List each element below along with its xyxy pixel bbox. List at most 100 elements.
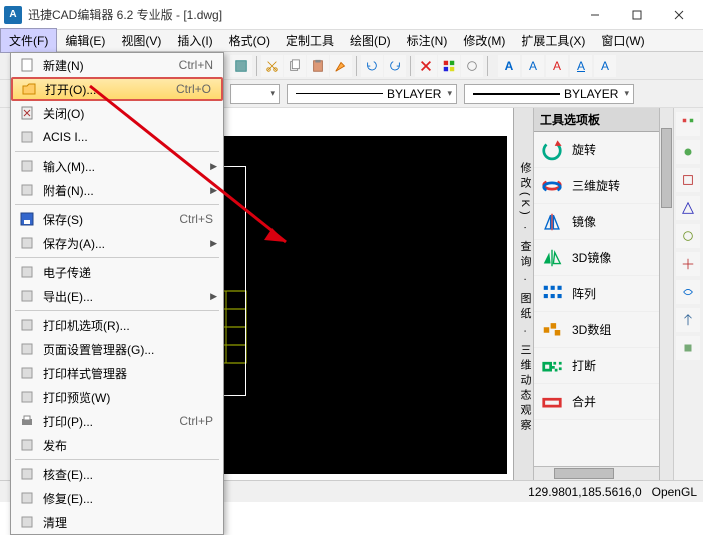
file-menu-etransmit[interactable]: 电子传递: [11, 260, 223, 284]
toolbar-icon[interactable]: [230, 55, 252, 77]
menu-4[interactable]: 格式(O): [221, 29, 278, 52]
etransmit-icon: [17, 262, 37, 282]
text-style-c[interactable]: A: [546, 55, 568, 77]
status-render: OpenGL: [652, 485, 697, 499]
menu-9[interactable]: 扩展工具(X): [513, 29, 593, 52]
palette-item-rotate[interactable]: 旋转: [534, 132, 659, 168]
rotate3d-icon: [540, 174, 564, 198]
file-menu-printer[interactable]: 打印机选项(R)...: [11, 313, 223, 337]
menu-item-label: 打印机选项(R)...: [43, 317, 217, 334]
window-title: 迅捷CAD编辑器 6.2 专业版 - [1.dwg]: [28, 6, 575, 23]
cut-icon[interactable]: [261, 55, 283, 77]
text-style-d[interactable]: A: [570, 55, 592, 77]
select-icon[interactable]: [438, 55, 460, 77]
menu-3[interactable]: 插入(I): [169, 29, 220, 52]
menu-2[interactable]: 视图(V): [113, 29, 169, 52]
paste-icon[interactable]: [307, 55, 329, 77]
menu-1[interactable]: 编辑(E): [57, 29, 113, 52]
file-menu-plotstyle[interactable]: 打印样式管理器: [11, 361, 223, 385]
redo-icon[interactable]: [384, 55, 406, 77]
menu-item-label: 电子传递: [43, 264, 217, 281]
menu-item-label: 保存为(A)...: [43, 235, 210, 252]
right-icon-1[interactable]: [676, 112, 700, 136]
palette-item-label: 打断: [572, 357, 596, 374]
recover-icon: [17, 488, 37, 508]
file-menu-acis[interactable]: ACIS I...: [11, 125, 223, 149]
menu-item-label: 发布: [43, 437, 217, 454]
right-icon-6[interactable]: [676, 252, 700, 276]
right-icon-9[interactable]: [676, 336, 700, 360]
menu-shortcut: Ctrl+P: [179, 414, 217, 428]
palette-vscroll[interactable]: [659, 108, 673, 480]
right-icon-4[interactable]: [676, 196, 700, 220]
join-icon: [540, 390, 564, 414]
palette-item-label: 3D数组: [572, 321, 611, 338]
file-menu-print[interactable]: 打印(P)...Ctrl+P: [11, 409, 223, 433]
copy-icon[interactable]: [284, 55, 306, 77]
file-menu-export[interactable]: 导出(E)...▶: [11, 284, 223, 308]
menu-item-label: 修复(E)...: [43, 490, 217, 507]
file-menu-audit[interactable]: 核查(E)...: [11, 462, 223, 486]
file-menu-saveas[interactable]: 保存为(A)...▶: [11, 231, 223, 255]
palette-item-label: 阵列: [572, 285, 596, 302]
palette-item-mirror[interactable]: 镜像: [534, 204, 659, 240]
palette-item-mirror3d[interactable]: 3D镜像: [534, 240, 659, 276]
layer-state-combo[interactable]: ▾: [230, 84, 280, 104]
palette-hscroll[interactable]: [534, 466, 659, 480]
text-style-e[interactable]: A: [594, 55, 616, 77]
file-menu-pagesetup[interactable]: 页面设置管理器(G)...: [11, 337, 223, 361]
array3d-icon: [540, 318, 564, 342]
menu-10[interactable]: 窗口(W): [593, 29, 652, 52]
match-icon[interactable]: [330, 55, 352, 77]
file-menu-publish[interactable]: 发布: [11, 433, 223, 457]
rotate-icon: [540, 138, 564, 162]
right-icon-7[interactable]: [676, 280, 700, 304]
file-menu-recover[interactable]: 修复(E)...: [11, 486, 223, 510]
palette-item-break[interactable]: 打断: [534, 348, 659, 384]
menu-7[interactable]: 标注(N): [399, 29, 456, 52]
plotstyle-icon: [17, 363, 37, 383]
text-style-a[interactable]: A: [498, 55, 520, 77]
file-menu-save[interactable]: 保存(S)Ctrl+S: [11, 207, 223, 231]
menu-6[interactable]: 绘图(D): [342, 29, 399, 52]
close-button[interactable]: [659, 3, 699, 27]
publish-icon: [17, 435, 37, 455]
misc-icon[interactable]: [461, 55, 483, 77]
text-style-b[interactable]: A: [522, 55, 544, 77]
menu-item-label: 页面设置管理器(G)...: [43, 341, 217, 358]
linetype-combo[interactable]: BYLAYER ▾: [287, 84, 457, 104]
file-menu-new[interactable]: 新建(N)Ctrl+N: [11, 53, 223, 77]
file-menu-preview[interactable]: 打印预览(W): [11, 385, 223, 409]
file-menu-purge[interactable]: 清理: [11, 510, 223, 534]
menu-0[interactable]: 文件(F): [0, 28, 57, 53]
palette-item-rotate3d[interactable]: 三维旋转: [534, 168, 659, 204]
menu-item-label: ACIS I...: [43, 130, 217, 144]
minimize-button[interactable]: [575, 3, 615, 27]
palette-item-join[interactable]: 合并: [534, 384, 659, 420]
tool-palette: 修改(K) · 查询 · 图纸 · 三维动态观察 工具选项板 旋转三维旋转镜像3…: [513, 108, 673, 480]
right-icon-2[interactable]: [676, 140, 700, 164]
right-icon-8[interactable]: [676, 308, 700, 332]
palette-item-array[interactable]: 阵列: [534, 276, 659, 312]
palette-item-array3d[interactable]: 3D数组: [534, 312, 659, 348]
menu-5[interactable]: 定制工具: [278, 29, 342, 52]
delete-icon[interactable]: [415, 55, 437, 77]
undo-icon[interactable]: [361, 55, 383, 77]
right-icon-5[interactable]: [676, 224, 700, 248]
audit-icon: [17, 464, 37, 484]
menu-8[interactable]: 修改(M): [455, 29, 513, 52]
saveas-icon: [17, 233, 37, 253]
file-menu-close[interactable]: 关闭(O): [11, 101, 223, 125]
break-icon: [540, 354, 564, 378]
right-icon-3[interactable]: [676, 168, 700, 192]
file-menu-import[interactable]: 输入(M)...▶: [11, 154, 223, 178]
menu-item-label: 打印预览(W): [43, 389, 217, 406]
file-menu-attach[interactable]: 附着(N)...▶: [11, 178, 223, 202]
save-icon: [17, 209, 37, 229]
lineweight-combo[interactable]: BYLAYER ▾: [464, 84, 634, 104]
maximize-button[interactable]: [617, 3, 657, 27]
palette-vertical-tabs[interactable]: 修改(K) · 查询 · 图纸 · 三维动态观察: [514, 108, 534, 480]
title-bar: A 迅捷CAD编辑器 6.2 专业版 - [1.dwg]: [0, 0, 703, 30]
preview-icon: [17, 387, 37, 407]
file-menu-open[interactable]: 打开(O)...Ctrl+O: [11, 77, 223, 101]
